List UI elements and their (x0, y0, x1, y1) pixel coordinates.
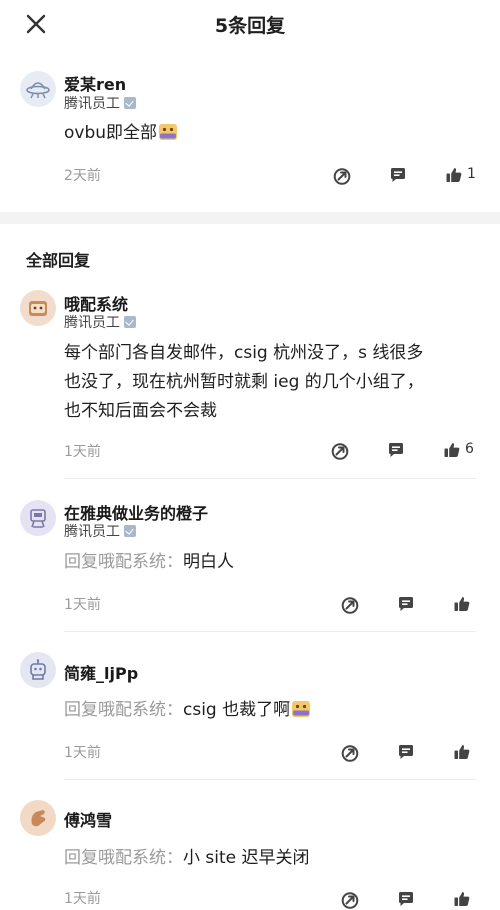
verified-badge-icon (124, 316, 136, 328)
avatar[interactable] (20, 652, 56, 688)
ufo-avatar-icon (26, 82, 50, 99)
verified-badge-icon (124, 97, 136, 109)
share-icon[interactable] (340, 890, 360, 910)
author-role: 腾讯员工 (64, 521, 136, 541)
role-label: 腾讯员工 (64, 315, 120, 331)
hand-avatar-icon (31, 810, 46, 827)
top-bar: 5条回复 (0, 0, 500, 48)
robot-face-avatar-icon (30, 659, 46, 680)
divider (64, 631, 476, 632)
comment-icon[interactable] (396, 594, 416, 614)
role-label: 腾讯员工 (64, 96, 120, 112)
reply-text-body: csig 也裁了啊 (183, 700, 291, 720)
avatar[interactable] (20, 71, 56, 107)
cartoon-avatar-icon (29, 301, 47, 316)
section-separator (0, 212, 500, 224)
thumbs-up-icon[interactable] (452, 594, 472, 614)
reply-text-line: 每个部门各自发邮件，csig 杭州没了，s 线很多 (64, 343, 424, 363)
share-icon[interactable] (330, 441, 350, 461)
comment-icon[interactable] (388, 165, 408, 185)
reply-text-line: 也不知后面会不会裁 (64, 401, 217, 421)
divider (64, 478, 476, 479)
like-count: 1 (467, 166, 476, 182)
reply-prefix[interactable]: 回复哦配系统： (64, 848, 183, 868)
reply-text: 回复哦配系统：小 site 迟早关闭 (64, 844, 310, 873)
robot-avatar-icon (30, 509, 46, 528)
timestamp: 1天前 (64, 745, 101, 761)
thumbs-up-icon[interactable] (444, 165, 464, 185)
role-label: 腾讯员工 (64, 524, 120, 540)
author-role: 腾讯员工 (64, 93, 136, 113)
avatar[interactable] (20, 500, 56, 536)
author-name[interactable]: 爱某ren (64, 71, 126, 95)
like-count: 6 (465, 441, 474, 457)
share-icon[interactable] (340, 595, 360, 615)
comment-icon[interactable] (396, 742, 416, 762)
comment-text: ovbu即全部 (64, 119, 178, 148)
reply-text-body: 小 site 迟早关闭 (183, 848, 310, 868)
comment-icon[interactable] (396, 889, 416, 909)
emoji-sticker-icon (291, 700, 311, 718)
reply-text-body: 明白人 (183, 552, 234, 572)
share-icon[interactable] (332, 166, 352, 186)
reply-prefix[interactable]: 回复哦配系统： (64, 552, 183, 572)
timestamp: 1天前 (64, 891, 101, 907)
page-title: 5条回复 (214, 15, 286, 37)
thumbs-up-icon[interactable] (452, 889, 472, 909)
comment-icon[interactable] (386, 440, 406, 460)
thumbs-up-icon[interactable] (452, 742, 472, 762)
share-icon[interactable] (340, 743, 360, 763)
author-name[interactable]: 简雍_ljPp (64, 660, 138, 684)
author-name[interactable]: 傅鸿雪 (64, 807, 112, 831)
avatar[interactable] (20, 290, 56, 326)
thumbs-up-icon[interactable] (442, 440, 462, 460)
timestamp: 2天前 (64, 168, 101, 184)
timestamp: 1天前 (64, 444, 101, 460)
reply-text: 每个部门各自发邮件，csig 杭州没了，s 线很多 也没了，现在杭州暂时就剩 i… (64, 339, 484, 426)
comment-text-body: ovbu即全部 (64, 123, 158, 143)
divider (64, 779, 476, 780)
reply-prefix[interactable]: 回复哦配系统： (64, 700, 183, 720)
timestamp: 1天前 (64, 597, 101, 613)
verified-badge-icon (124, 525, 136, 537)
emoji-sticker-icon (158, 123, 178, 141)
reply-text: 回复哦配系统：csig 也裁了啊 (64, 696, 311, 725)
section-title: 全部回复 (26, 251, 91, 270)
author-role: 腾讯员工 (64, 312, 136, 332)
reply-text-line: 也没了，现在杭州暂时就剩 ieg 的几个小组了， (64, 372, 424, 392)
avatar[interactable] (20, 800, 56, 836)
reply-text: 回复哦配系统：明白人 (64, 548, 234, 577)
